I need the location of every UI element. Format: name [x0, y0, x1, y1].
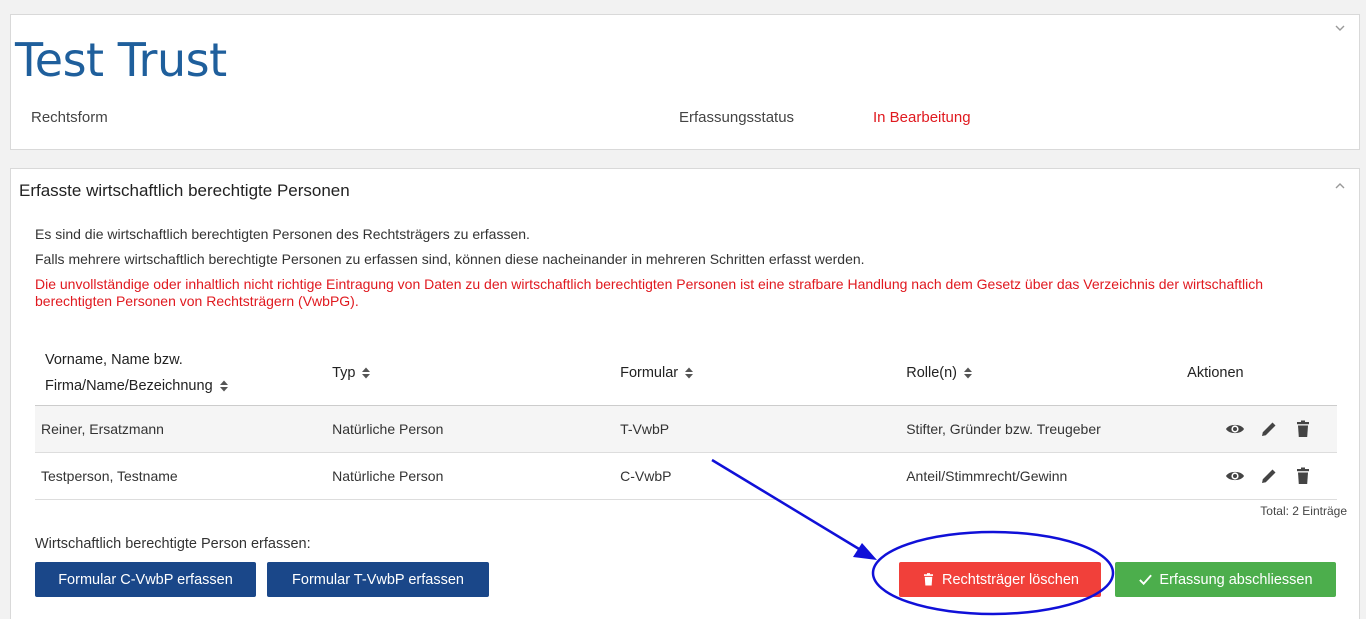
eye-icon[interactable]: [1225, 419, 1245, 439]
trash-icon: [921, 572, 936, 587]
rechtsform-label: Rechtsform: [31, 109, 108, 126]
finish-capture-label: Erfassung abschliessen: [1159, 571, 1313, 588]
cell-typ: Natürliche Person: [332, 405, 621, 453]
cell-actions: [1187, 452, 1337, 500]
table-row: Reiner, Ersatzmann Natürliche Person T-V…: [35, 405, 1337, 453]
column-formular-label: Formular: [620, 365, 679, 381]
add-t-vwbp-label: Formular T-VwbP erfassen: [292, 571, 464, 588]
sort-icon[interactable]: [684, 366, 694, 380]
column-name-line2: Firma/Name/Bezeichnung: [45, 378, 213, 394]
page-title: Test Trust: [15, 33, 227, 87]
column-header-aktionen: Aktionen: [1187, 341, 1337, 406]
add-person-label: Wirtschaftlich berechtigte Person erfass…: [35, 536, 311, 552]
finish-capture-button[interactable]: Erfassung abschliessen: [1115, 562, 1336, 597]
legal-warning: Die unvollständige oder inhaltlich nicht…: [35, 276, 1264, 309]
entity-header-panel: Test Trust Rechtsform Erfassungsstatus I…: [10, 14, 1360, 150]
status-label: Erfassungsstatus: [679, 109, 795, 126]
column-header-rolle[interactable]: Rolle(n): [906, 341, 1188, 406]
pencil-icon[interactable]: [1259, 466, 1279, 486]
section-title: Erfasste wirtschaftlich berechtigte Pers…: [19, 181, 350, 200]
add-c-vwbp-label: Formular C-VwbP erfassen: [58, 571, 233, 588]
persons-table: Vorname, Name bzw. Firma/Name/Bezeichnun…: [35, 341, 1337, 500]
chevron-up-icon[interactable]: [1333, 179, 1347, 193]
column-name-line1: Vorname, Name bzw.: [45, 352, 183, 368]
column-aktionen-label: Aktionen: [1187, 365, 1244, 381]
table-row: Testperson, Testname Natürliche Person C…: [35, 452, 1337, 500]
beneficial-owners-panel: Erfasste wirtschaftlich berechtigte Pers…: [10, 168, 1360, 619]
delete-entity-button[interactable]: Rechtsträger löschen: [899, 562, 1101, 597]
table-total: Total: 2 Einträge: [1260, 504, 1347, 518]
check-icon: [1138, 572, 1153, 587]
eye-icon[interactable]: [1225, 466, 1245, 486]
cell-rolle: Stifter, Gründer bzw. Treugeber: [906, 405, 1188, 453]
trash-icon[interactable]: [1293, 419, 1313, 439]
cell-name: Testperson, Testname: [35, 452, 333, 500]
chevron-down-icon[interactable]: [1333, 21, 1347, 35]
cell-name: Reiner, Ersatzmann: [35, 405, 333, 453]
trash-icon[interactable]: [1293, 466, 1313, 486]
column-header-name[interactable]: Vorname, Name bzw. Firma/Name/Bezeichnun…: [35, 341, 333, 406]
table-header-row: Vorname, Name bzw. Firma/Name/Bezeichnun…: [35, 341, 1337, 406]
pencil-icon[interactable]: [1259, 419, 1279, 439]
intro-text-1: Es sind die wirtschaftlich berechtigten …: [35, 226, 530, 242]
column-rolle-label: Rolle(n): [906, 365, 957, 381]
status-value: In Bearbeitung: [873, 109, 971, 126]
column-header-typ[interactable]: Typ: [332, 341, 621, 406]
delete-entity-label: Rechtsträger löschen: [941, 571, 1079, 588]
cell-formular: C-VwbP: [620, 452, 907, 500]
cell-typ: Natürliche Person: [332, 452, 621, 500]
cell-actions: [1187, 405, 1337, 453]
add-c-vwbp-button[interactable]: Formular C-VwbP erfassen: [35, 562, 256, 597]
sort-icon[interactable]: [963, 366, 973, 380]
cell-formular: T-VwbP: [620, 405, 907, 453]
sort-icon[interactable]: [361, 366, 371, 380]
cell-rolle: Anteil/Stimmrecht/Gewinn: [906, 452, 1188, 500]
column-typ-label: Typ: [332, 365, 356, 381]
sort-icon[interactable]: [219, 379, 229, 393]
intro-text-2: Falls mehrere wirtschaftlich berechtigte…: [35, 251, 865, 267]
add-t-vwbp-button[interactable]: Formular T-VwbP erfassen: [267, 562, 489, 597]
column-header-formular[interactable]: Formular: [620, 341, 907, 406]
